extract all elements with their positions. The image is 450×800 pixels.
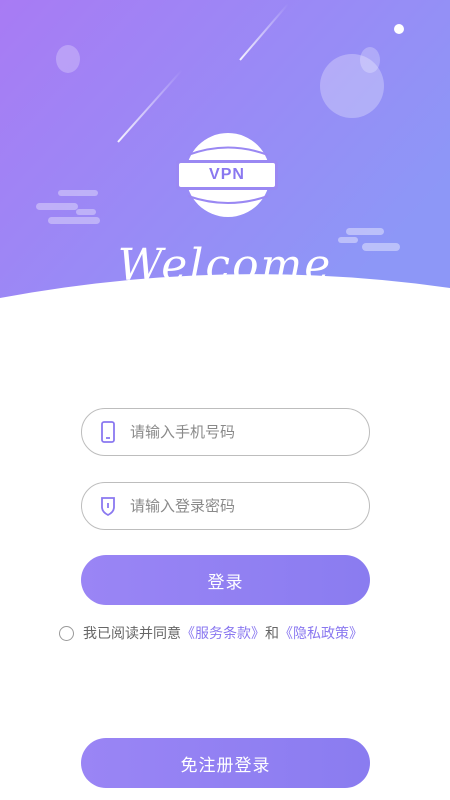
- shield-lock-icon: [100, 495, 116, 517]
- password-input[interactable]: [128, 496, 342, 516]
- register-login-button[interactable]: 免注册登录: [81, 738, 370, 788]
- password-field[interactable]: [81, 482, 370, 530]
- phone-input[interactable]: [128, 422, 342, 442]
- agree-radio[interactable]: [59, 625, 74, 641]
- welcome-title: Welcome: [117, 240, 333, 291]
- planet-decoration: [360, 47, 380, 73]
- planet-decoration: [56, 45, 80, 73]
- hero-banner: VPN Welcome: [0, 0, 450, 310]
- phone-field[interactable]: [81, 408, 370, 456]
- vpn-badge-text: VPN: [209, 166, 245, 183]
- agreement-prefix: 我已阅读并同意: [83, 626, 181, 642]
- login-button[interactable]: 登录: [81, 555, 370, 605]
- star-decoration: [394, 24, 404, 34]
- agreement-row: 我已阅读并同意 《服务条款》 和 《隐私政策》: [59, 623, 363, 643]
- phone-icon: [100, 421, 116, 443]
- agreement-connector: 和: [265, 626, 279, 642]
- privacy-link[interactable]: 《隐私政策》: [279, 623, 363, 643]
- terms-link[interactable]: 《服务条款》: [181, 623, 265, 643]
